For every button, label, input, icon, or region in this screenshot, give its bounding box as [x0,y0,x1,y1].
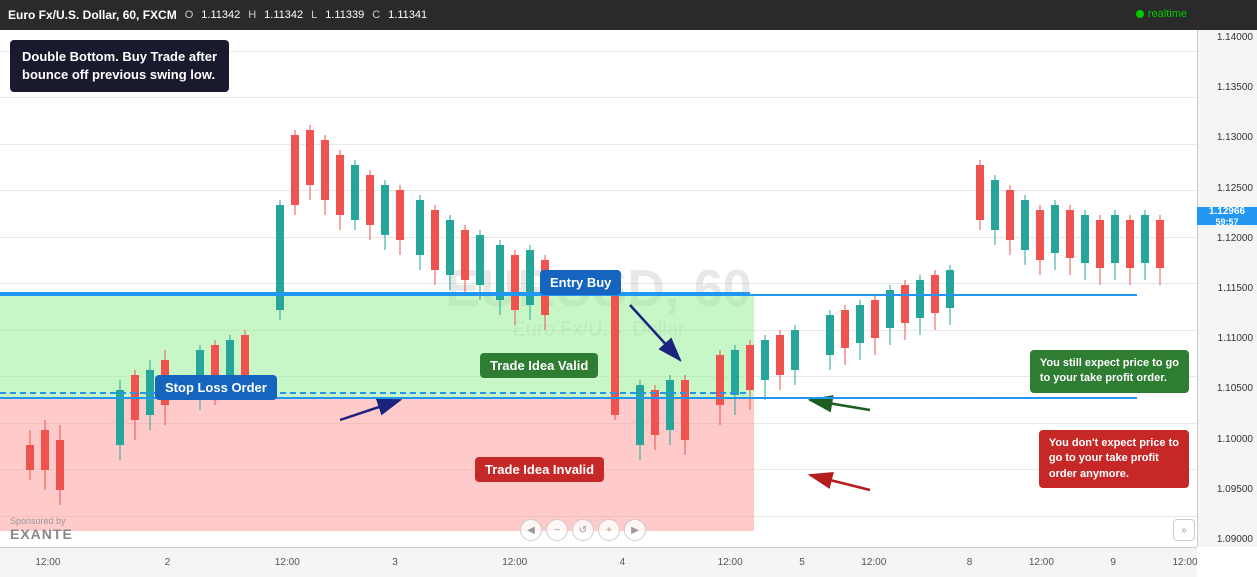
time-label-1200-2: 12:00 [275,557,300,568]
current-price-time: 59:57 [1215,217,1238,227]
nav-next-btn[interactable]: ▶ [624,519,646,541]
price-10500: 1.10500 [1198,383,1257,394]
time-label-1200-7: 12:00 [1173,557,1198,568]
time-label-5: 5 [799,557,805,568]
entry-buy-text: Entry Buy [550,275,611,290]
price-09000: 1.09000 [1198,534,1257,545]
header-close-value: 1.11341 [388,9,427,21]
realtime-text: realtime [1148,8,1187,20]
nav-reset-btn[interactable]: ↺ [572,519,594,541]
time-label-1200-3: 12:00 [502,557,527,568]
entry-buy-label: Entry Buy [540,270,621,295]
header-bar: Euro Fx/U.S. Dollar, 60, FXCM O 1.11342 … [0,0,1257,30]
time-label-2: 2 [165,557,171,568]
time-label-3: 3 [392,557,398,568]
price-13000: 1.13000 [1198,132,1257,143]
price-12500: 1.12500 [1198,183,1257,194]
time-label-8: 8 [967,557,973,568]
header-open-label: O [185,9,194,21]
time-label-4: 4 [620,557,626,568]
stop-loss-text: Stop Loss Order [165,380,267,395]
time-label-1200-4: 12:00 [718,557,743,568]
right-annotation-green: You still expect price to goto your take… [1030,350,1189,393]
realtime-dot [1136,10,1144,18]
price-09500: 1.09500 [1198,484,1257,495]
right-annotation-red-text: You don't expect price togo to your take… [1049,437,1179,480]
current-price-value: 1.12966 [1209,206,1245,217]
price-11000: 1.11000 [1198,333,1257,344]
chart-container: Euro Fx/U.S. Dollar, 60, FXCM O 1.11342 … [0,0,1257,577]
forward-button[interactable]: » [1173,519,1195,541]
header-close-label: C [372,9,380,21]
sponsored-section: Sponsored by EXANTE [10,516,73,542]
trade-valid-text: Trade Idea Valid [490,358,588,373]
trade-invalid-text: Trade Idea Invalid [485,462,594,477]
nav-prev-btn[interactable]: ◀ [520,519,542,541]
header-high-value: 1.11342 [264,9,303,21]
stop-loss-label: Stop Loss Order [155,375,277,400]
nav-minus-btn[interactable]: − [546,519,568,541]
price-14000: 1.14000 [1198,32,1257,43]
header-low-value: 1.11339 [325,9,364,21]
nav-plus-btn[interactable]: + [598,519,620,541]
trade-valid-label: Trade Idea Valid [480,353,598,378]
intro-annotation-box: Double Bottom. Buy Trade afterbounce off… [10,40,229,92]
time-label-9: 9 [1110,557,1116,568]
time-label-1200-6: 12:00 [1029,557,1054,568]
current-price-box: 1.12966 59:57 [1197,207,1257,225]
price-13500: 1.13500 [1198,82,1257,93]
sponsored-logo: EXANTE [10,526,73,542]
nav-controls[interactable]: ◀ − ↺ + ▶ [520,519,646,541]
time-axis: 12:00 2 12:00 3 12:00 4 12:00 5 12:00 8 … [0,547,1197,577]
time-label-1200-1: 12:00 [35,557,60,568]
header-high-label: H [248,9,256,21]
header-low-label: L [311,9,317,21]
price-11500: 1.11500 [1198,283,1257,294]
right-annotation-green-text: You still expect price to goto your take… [1040,357,1179,384]
realtime-indicator: realtime [1136,8,1187,20]
time-label-1200-5: 12:00 [861,557,886,568]
price-10000: 1.10000 [1198,434,1257,445]
price-axis: 1.14000 1.13500 1.13000 1.12500 1.12000 … [1197,30,1257,547]
header-open-value: 1.11342 [201,9,240,21]
sponsored-by-text: Sponsored by [10,516,73,526]
chart-title: Euro Fx/U.S. Dollar, 60, FXCM [8,8,177,22]
intro-annotation-text: Double Bottom. Buy Trade afterbounce off… [22,49,217,82]
right-annotation-red: You don't expect price togo to your take… [1039,430,1189,488]
price-12000: 1.12000 [1198,233,1257,244]
trade-invalid-label: Trade Idea Invalid [475,457,604,482]
